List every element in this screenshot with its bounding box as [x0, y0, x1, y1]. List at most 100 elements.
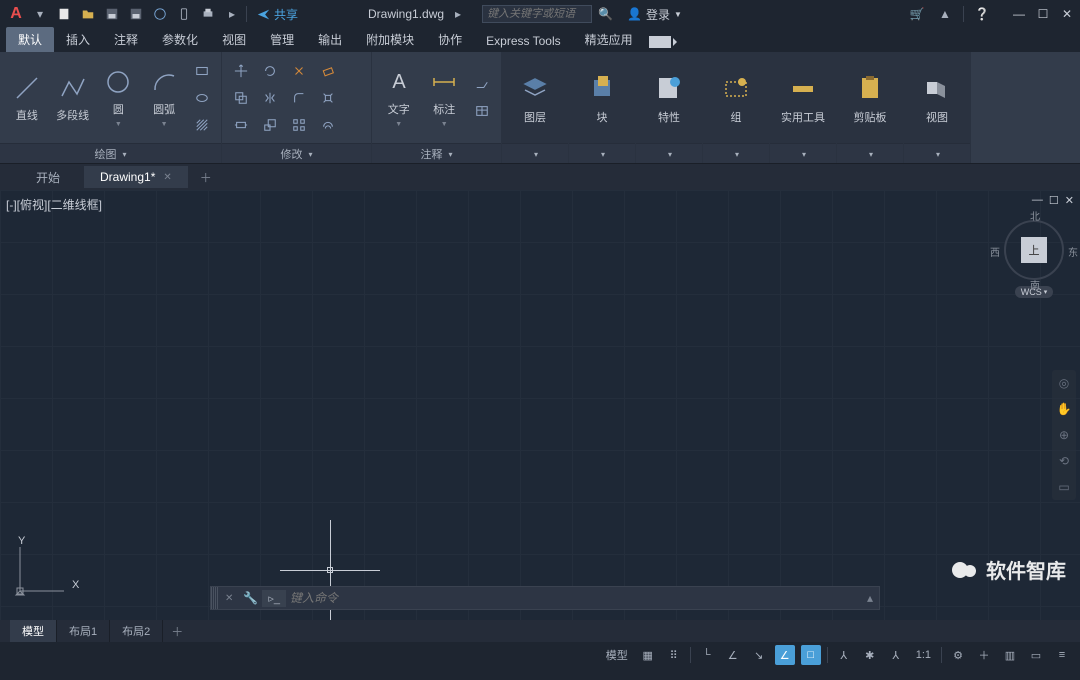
search-icon[interactable]: 🔍 — [598, 7, 613, 21]
scale-icon[interactable] — [257, 113, 283, 137]
table-icon[interactable] — [469, 99, 495, 123]
snap-toggle-icon[interactable]: ⠿ — [664, 645, 684, 665]
tab-annotate[interactable]: 注释 — [102, 27, 150, 52]
line-button[interactable]: 直线 — [6, 58, 48, 138]
layout-tab-layout1[interactable]: 布局1 — [57, 620, 110, 642]
search-input[interactable] — [482, 5, 592, 23]
erase-icon[interactable] — [315, 59, 341, 83]
annotation-monitor-icon[interactable]: ＋ — [974, 645, 994, 665]
explode-icon[interactable] — [315, 86, 341, 110]
leader-icon[interactable] — [469, 72, 495, 96]
layout-tab-layout2[interactable]: 布局2 — [110, 620, 163, 642]
hatch-icon[interactable] — [189, 113, 215, 137]
autodesk-icon[interactable]: ▲ — [935, 4, 955, 24]
showmotion-icon[interactable]: ▭ — [1055, 478, 1073, 496]
grid-toggle-icon[interactable]: ▦ — [638, 645, 658, 665]
close-tab-icon[interactable]: ✕ — [163, 172, 171, 183]
drawing-canvas[interactable]: [-][俯视][二维线框] — ☐ ✕ Y X 上 北 南 西 东 WCS▾ ◎… — [0, 190, 1080, 620]
panel-modify-title[interactable]: 修改 — [222, 143, 371, 163]
tab-express[interactable]: Express Tools — [474, 30, 572, 52]
panel-annotate-title[interactable]: 注释 — [372, 143, 501, 163]
close-button[interactable]: ✕ — [1060, 7, 1074, 21]
file-tab-drawing1[interactable]: Drawing1*✕ — [84, 166, 188, 188]
move-icon[interactable] — [228, 59, 254, 83]
otrack-toggle-icon[interactable]: ∠ — [775, 645, 795, 665]
add-layout-button[interactable]: ＋ — [163, 623, 191, 640]
rotate-icon[interactable] — [257, 59, 283, 83]
panel-groups[interactable]: 组 — [703, 52, 770, 163]
isodraft-icon[interactable]: ↘ — [749, 645, 769, 665]
viewport-label[interactable]: [-][俯视][二维线框] — [6, 196, 102, 213]
vp-maximize-icon[interactable]: ☐ — [1049, 194, 1059, 207]
open-icon[interactable] — [78, 4, 98, 24]
cmdline-customize-icon[interactable]: 🔧 — [239, 591, 262, 605]
tab-addins[interactable]: 附加模块 — [354, 27, 426, 52]
trim-icon[interactable] — [286, 59, 312, 83]
maximize-button[interactable]: ☐ — [1036, 7, 1050, 21]
tab-manage[interactable]: 管理 — [258, 27, 306, 52]
circle-button[interactable]: 圆▼ — [98, 58, 140, 138]
layout-tab-model[interactable]: 模型 — [10, 620, 57, 642]
text-button[interactable]: A文字▼ — [378, 58, 420, 138]
save-icon[interactable] — [102, 4, 122, 24]
polar-toggle-icon[interactable]: ∠ — [723, 645, 743, 665]
tab-insert[interactable]: 插入 — [54, 27, 102, 52]
cart-icon[interactable]: 🛒 — [907, 4, 927, 24]
stretch-icon[interactable] — [228, 113, 254, 137]
quickprops-icon[interactable]: ▭ — [1026, 645, 1046, 665]
vp-minimize-icon[interactable]: — — [1032, 194, 1043, 207]
share-button[interactable]: 共享 — [251, 6, 304, 23]
panel-utilities[interactable]: 实用工具 — [770, 52, 837, 163]
dropdown-icon[interactable]: ▾ — [30, 4, 50, 24]
ortho-toggle-icon[interactable]: └ — [697, 645, 717, 665]
panel-properties[interactable]: 特性 — [636, 52, 703, 163]
tab-view[interactable]: 视图 — [210, 27, 258, 52]
help-icon[interactable]: ❔ — [972, 4, 992, 24]
mobile-icon[interactable] — [174, 4, 194, 24]
vp-close-icon[interactable]: ✕ — [1065, 194, 1074, 207]
pan-icon[interactable]: ✋ — [1055, 400, 1073, 418]
cmdline-close-icon[interactable]: ✕ — [219, 593, 239, 604]
new-icon[interactable] — [54, 4, 74, 24]
panel-draw-title[interactable]: 绘图 — [0, 143, 221, 163]
annovisibility-icon[interactable]: ✱ — [860, 645, 880, 665]
tab-featured[interactable]: 精选应用 — [573, 27, 645, 52]
viewcube-top[interactable]: 上 — [1021, 237, 1047, 263]
workspace-icon[interactable]: ⚙ — [948, 645, 968, 665]
panel-view[interactable]: 视图 — [904, 52, 971, 163]
fillet-icon[interactable] — [286, 86, 312, 110]
tab-collab[interactable]: 协作 — [426, 27, 474, 52]
polyline-button[interactable]: 多段线 — [52, 58, 94, 138]
add-tab-button[interactable]: ＋ — [196, 167, 216, 187]
ellipse-icon[interactable] — [189, 86, 215, 110]
zoom-extents-icon[interactable]: ⊕ — [1055, 426, 1073, 444]
redo-icon[interactable]: ▸ — [222, 4, 242, 24]
customize-status-icon[interactable]: ≡ — [1052, 645, 1072, 665]
units-icon[interactable]: ▥ — [1000, 645, 1020, 665]
tab-overflow-icon[interactable] — [649, 36, 671, 48]
title-dropdown-icon[interactable]: ▸ — [448, 4, 468, 24]
command-input[interactable] — [290, 591, 861, 605]
panel-layers[interactable]: 图层 — [502, 52, 569, 163]
rect-icon[interactable] — [189, 59, 215, 83]
print-icon[interactable] — [198, 4, 218, 24]
arc-button[interactable]: 圆弧▼ — [143, 58, 185, 138]
copy-icon[interactable] — [228, 86, 254, 110]
saveas-icon[interactable] — [126, 4, 146, 24]
viewcube[interactable]: 上 北 南 西 东 WCS▾ — [1004, 220, 1064, 298]
scale-button[interactable]: 1:1 — [912, 645, 935, 665]
orbit-icon[interactable]: ⟲ — [1055, 452, 1073, 470]
steering-wheel-icon[interactable]: ◎ — [1055, 374, 1073, 392]
tab-output[interactable]: 输出 — [306, 27, 354, 52]
annoscale-icon[interactable]: ⅄ — [834, 645, 854, 665]
dimension-button[interactable]: 标注▼ — [424, 58, 466, 138]
status-model-button[interactable]: 模型 — [602, 645, 632, 665]
array-icon[interactable] — [286, 113, 312, 137]
tab-parametric[interactable]: 参数化 — [150, 27, 210, 52]
web-icon[interactable] — [150, 4, 170, 24]
panel-blocks[interactable]: 块 — [569, 52, 636, 163]
osnap-toggle-icon[interactable]: □ — [801, 645, 821, 665]
panel-clipboard[interactable]: 剪贴板 — [837, 52, 904, 163]
mirror-icon[interactable] — [257, 86, 283, 110]
tab-default[interactable]: 默认 — [6, 27, 54, 52]
